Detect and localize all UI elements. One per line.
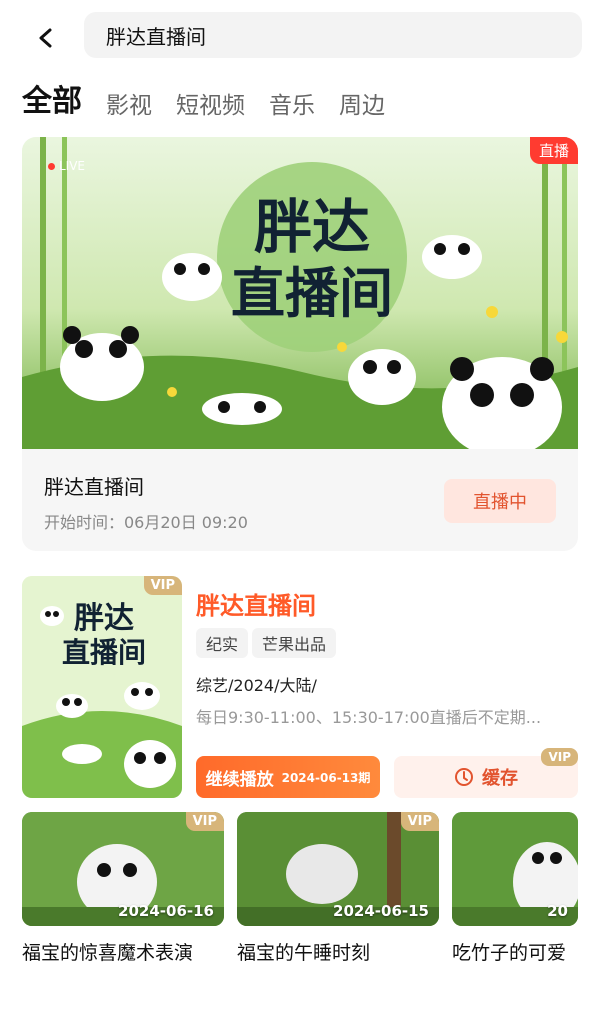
clip-date-3: 20 xyxy=(547,902,568,920)
live-indicator: LIVE xyxy=(48,159,85,173)
clip-title-1[interactable]: 福宝的惊喜魔术表演 xyxy=(22,938,193,965)
program-schedule: 每日9:30-11:00、15:30-17:00直播后不定期... xyxy=(196,708,542,727)
live-status-button[interactable]: 直播中 xyxy=(444,479,556,523)
cache-button[interactable]: 缓存 VIP xyxy=(394,748,578,798)
live-start-time: 开始时间：06月20日 09:20 xyxy=(44,513,248,532)
clip-date-2: 2024-06-15 xyxy=(333,902,429,920)
banner-title-line2: 直播间 xyxy=(231,262,393,325)
live-badge: 直播 xyxy=(529,137,578,164)
program-meta: 综艺/2024/大陆/ xyxy=(196,676,317,695)
live-banner[interactable]: 胖达 直播间 直播 LIVE xyxy=(22,137,578,457)
back-button[interactable] xyxy=(26,18,66,58)
tab-music[interactable]: 音乐 xyxy=(269,86,315,120)
search-query-text: 胖达直播间 xyxy=(106,24,206,49)
clip-vip-badge-1: VIP xyxy=(185,812,224,831)
clip-date-1: 2024-06-16 xyxy=(118,902,214,920)
poster-vip-badge: VIP xyxy=(143,576,182,595)
cache-label: 缓存 xyxy=(482,768,518,789)
clip-thumbnail-2[interactable]: VIP 2024-06-15 xyxy=(237,812,439,926)
tab-merch[interactable]: 周边 xyxy=(339,86,385,120)
tag-mango-original[interactable]: 芒果出品 xyxy=(252,628,337,658)
clip-title-2[interactable]: 福宝的午睡时刻 xyxy=(237,938,370,965)
tab-all[interactable]: 全部 xyxy=(22,76,82,120)
banner-title-line1: 胖达 xyxy=(254,193,370,261)
poster-title-line2: 直播间 xyxy=(62,636,146,669)
program-title[interactable]: 胖达直播间 xyxy=(196,586,316,621)
clip-title-3[interactable]: 吃竹子的可爱 xyxy=(452,938,578,965)
live-indicator-text: LIVE xyxy=(59,159,86,173)
program-poster[interactable]: 胖达 直播间 VIP xyxy=(22,576,182,798)
search-input[interactable]: 胖达直播间 xyxy=(84,12,582,58)
continue-play-label: 继续播放 xyxy=(205,769,274,790)
tag-documentary[interactable]: 纪实 xyxy=(196,628,249,658)
live-dot-icon xyxy=(48,162,55,170)
live-card[interactable]: 胖达 直播间 直播 LIVE 胖达直播间 开始时间：06月20日 09:20 直… xyxy=(22,137,578,551)
chevron-left-icon xyxy=(39,28,52,48)
continue-play-episode: 2024-06-13期 xyxy=(281,770,371,785)
tab-film-tv[interactable]: 影视 xyxy=(106,86,152,120)
category-tabs: 全部 影视 短视频 音乐 周边 xyxy=(22,74,385,120)
poster-title-line1: 胖达 xyxy=(74,601,134,636)
clip-thumbnail-3[interactable]: 20 xyxy=(452,812,578,926)
cache-vip-badge: VIP xyxy=(541,748,578,766)
live-title: 胖达直播间 xyxy=(44,475,144,499)
live-banner-illustration: 胖达 直播间 xyxy=(22,137,578,457)
clip-vip-badge-2: VIP xyxy=(400,812,439,831)
poster-illustration: 胖达 直播间 xyxy=(22,576,182,798)
tab-short-video[interactable]: 短视频 xyxy=(176,86,245,120)
clip-thumbnail-1[interactable]: VIP 2024-06-16 xyxy=(22,812,224,926)
download-clock-icon xyxy=(455,768,473,786)
continue-play-button[interactable]: 继续播放 2024-06-13期 xyxy=(196,756,380,798)
